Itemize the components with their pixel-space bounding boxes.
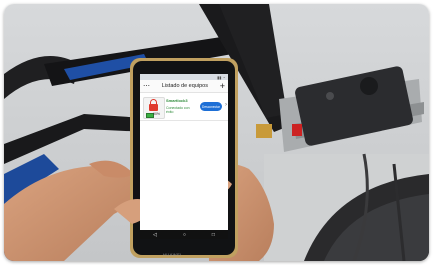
phone-screen: ▮▮ ◔ ⋯ Listado de equipos + 90% Smartloc… [140,74,228,239]
device-name: Smartlock3 [166,98,188,103]
home-icon[interactable]: ○ [183,232,186,238]
phone-brand: HUAWEI [163,252,182,257]
disconnect-button[interactable]: Desconectar [200,102,222,111]
photo-frame: ▮▮ ◔ ⋯ Listado de equipos + 90% Smartloc… [4,4,429,261]
device-card[interactable]: 90% Smartlock3 Conectado con éxito Desco… [140,94,228,121]
back-icon[interactable]: ◁ [153,232,157,238]
app-bar: ⋯ Listado de equipos + [140,80,228,93]
lock-tile: 90% [143,97,165,119]
app-title: Listado de equipos [161,83,208,89]
battery-percent: 90% [153,112,161,116]
kebab-menu-icon[interactable]: ⋯ [143,83,150,90]
recents-icon[interactable]: □ [212,232,215,238]
lock-body [149,104,158,111]
device-status: Conectado con éxito [166,106,190,114]
plus-icon[interactable]: + [220,81,225,91]
android-nav-bar: ◁ ○ □ [140,230,228,239]
chevron-right-icon[interactable]: › [225,102,227,108]
